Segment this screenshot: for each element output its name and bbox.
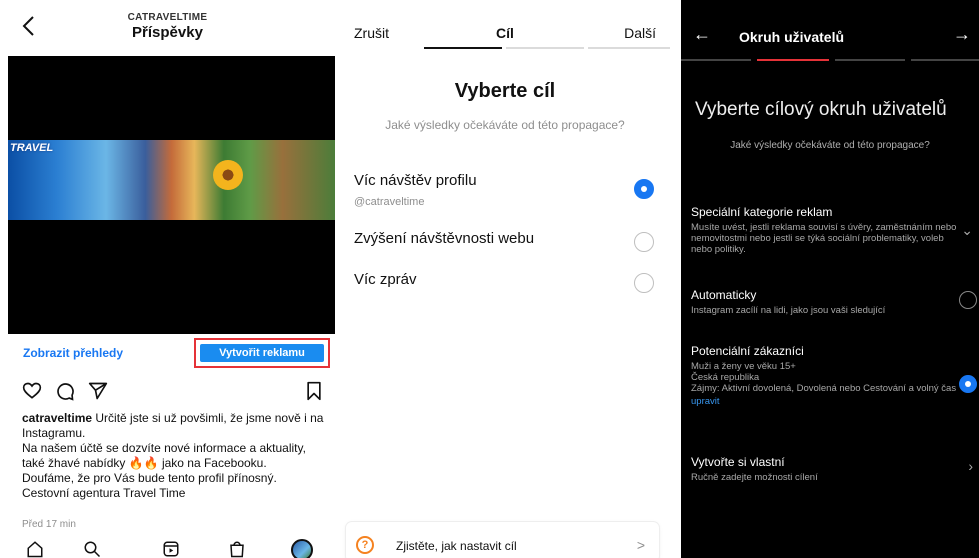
audience-age: Muži a ženy ve věku 15+ xyxy=(691,361,796,372)
radio-unselected[interactable] xyxy=(634,232,654,252)
comment-icon[interactable] xyxy=(55,381,75,401)
reels-icon[interactable] xyxy=(162,540,180,558)
highlight-frame: Vytvořit reklamu xyxy=(194,338,330,368)
audience-option-custom[interactable]: Vytvořte si vlastní Ručně zadejte možnos… xyxy=(691,455,961,483)
chevron-down-icon[interactable]: ⌄ xyxy=(961,222,973,239)
bottom-nav xyxy=(0,536,335,558)
option-sublabel: @catraveltime xyxy=(354,196,425,208)
post-links-bar: Zobrazit přehledy Vytvořit reklamu xyxy=(8,336,335,372)
send-icon[interactable] xyxy=(88,381,108,401)
caption-line-4: Cestovní agentura Travel Time xyxy=(22,486,186,500)
progress-bar xyxy=(424,47,670,49)
view-insights-link[interactable]: Zobrazit přehledy xyxy=(23,346,123,360)
travel-logo: TRAVEL xyxy=(10,142,54,154)
audience-panel: ← Okruh uživatelů → Vyberte cílový okruh… xyxy=(681,0,979,558)
radio-selected[interactable] xyxy=(959,375,977,393)
post-caption: catraveltime Určitě jste si už povšimli,… xyxy=(22,411,327,501)
section-title: Potenciální zákazníci xyxy=(691,344,804,358)
audience-interests: Zájmy: Aktivní dovolená, Dovolená nebo C… xyxy=(691,383,957,394)
option-label: Zvýšení návštěvnosti webu xyxy=(354,230,535,247)
progress-segment xyxy=(681,59,751,61)
bookmark-icon[interactable] xyxy=(304,381,324,401)
special-categories-section[interactable]: Speciální kategorie reklam Musíte uvést,… xyxy=(691,205,961,255)
section-desc: Instagram zacílí na lidi, jako jsou vaši… xyxy=(691,305,886,316)
audience-subheading: Jaké výsledky očekáváte od této propagac… xyxy=(730,140,930,151)
question-icon: ? xyxy=(356,536,374,554)
section-desc: Muži a ženy ve věku 15+ Česká republika … xyxy=(691,361,961,394)
caption-username[interactable]: catraveltime xyxy=(22,411,92,425)
flower-graphic xyxy=(213,160,243,190)
audience-title: Okruh uživatelů xyxy=(739,29,845,45)
caption-line-3: Doufáme, že pro Vás bude tento profil př… xyxy=(22,471,277,485)
radio-selected[interactable] xyxy=(634,179,654,199)
progress-segment xyxy=(506,47,584,49)
help-text: Zjistěte, jak nastavit cíl xyxy=(396,539,517,553)
post-actions xyxy=(22,381,322,401)
section-title: Automaticky xyxy=(691,288,757,302)
chevron-right-icon[interactable]: › xyxy=(968,458,973,474)
progress-segment-active xyxy=(424,47,502,49)
step-title: Cíl xyxy=(496,25,514,41)
caption-line-2: Na našem účtě se dozvíte nové informace … xyxy=(22,441,306,470)
goal-option-messages[interactable]: Víc zpráv xyxy=(354,271,654,293)
radio-unselected[interactable] xyxy=(959,291,977,309)
help-card[interactable]: ? Zjistěte, jak nastavit cíl > xyxy=(346,522,659,558)
create-ad-button[interactable]: Vytvořit reklamu xyxy=(200,344,324,362)
shop-icon[interactable] xyxy=(228,540,246,558)
goal-panel: Zrušit Cíl Další Vyberte cíl Jaké výsled… xyxy=(340,0,670,558)
home-icon[interactable] xyxy=(26,540,44,558)
next-button[interactable]: Další xyxy=(624,25,656,41)
progress-segment xyxy=(911,59,979,61)
progress-segment xyxy=(588,47,670,49)
heart-icon[interactable] xyxy=(22,381,42,401)
audience-option-potential[interactable]: Potenciální zákazníci Muži a ženy ve věk… xyxy=(691,344,961,407)
option-label: Víc návštěv profilu xyxy=(354,172,477,189)
page-title: Příspěvky xyxy=(132,24,203,41)
post-image: TRAVEL xyxy=(8,56,335,334)
post-time: Před 17 min xyxy=(22,519,76,530)
profile-avatar[interactable] xyxy=(291,539,313,558)
account-name: CATRAVELTIME xyxy=(127,12,208,23)
progress-bar xyxy=(681,59,979,61)
audience-heading: Vyberte cílový okruh uživatelů xyxy=(695,99,947,120)
caption-line-1: catraveltime Určitě jste si už povšimli,… xyxy=(22,411,327,441)
section-desc: Musíte uvést, jestli reklama souvisí s ú… xyxy=(691,222,957,255)
search-icon[interactable] xyxy=(83,540,101,558)
goal-option-profile-visits[interactable]: Víc návštěv profilu @catraveltime xyxy=(354,172,654,208)
audience-country: Česká republika xyxy=(691,372,760,383)
progress-segment-active xyxy=(757,59,829,61)
edit-link[interactable]: upravit xyxy=(691,396,961,407)
audience-option-automatic[interactable]: Automaticky Instagram zacílí na lidi, ja… xyxy=(691,288,961,316)
option-label: Víc zpráv xyxy=(354,271,417,288)
post-panel: CATRAVELTIME Příspěvky TRAVEL Zobrazit p… xyxy=(0,0,335,558)
travel-banner-image: TRAVEL xyxy=(8,140,335,220)
progress-segment xyxy=(835,59,905,61)
section-desc: Ručně zadejte možnosti cílení xyxy=(691,472,818,483)
goal-subheading: Jaké výsledky očekáváte od této propagac… xyxy=(385,118,625,132)
section-title: Speciální kategorie reklam xyxy=(691,205,833,219)
back-arrow-icon[interactable]: ← xyxy=(693,24,711,45)
radio-unselected[interactable] xyxy=(634,273,654,293)
goal-option-website-traffic[interactable]: Zvýšení návštěvnosti webu xyxy=(354,230,654,252)
next-arrow-icon[interactable]: → xyxy=(953,24,971,45)
chevron-right-icon: > xyxy=(636,537,645,553)
goal-heading: Vyberte cíl xyxy=(454,80,556,102)
section-title: Vytvořte si vlastní xyxy=(691,455,785,469)
